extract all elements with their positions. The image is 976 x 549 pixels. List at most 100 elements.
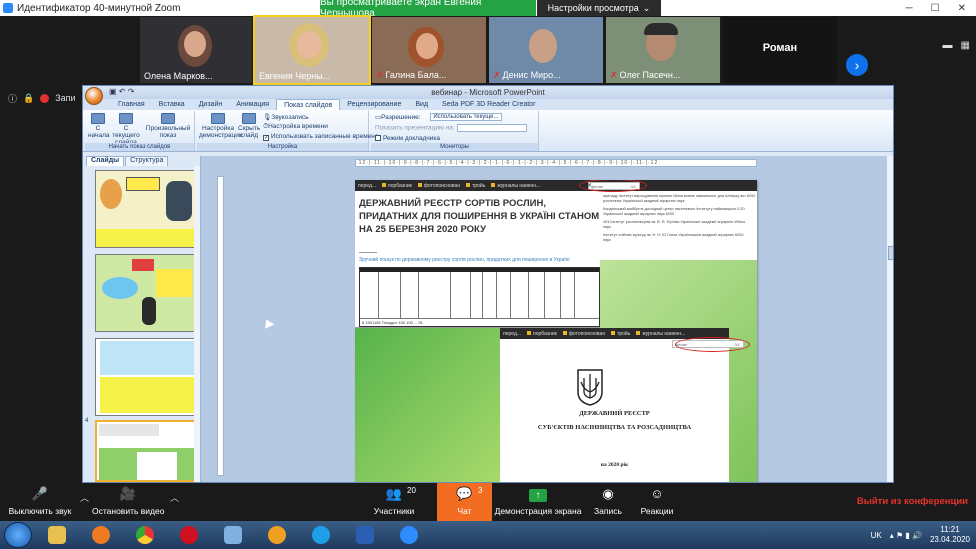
taskbar-settings-icon[interactable] — [258, 523, 296, 547]
slide-thumbnail[interactable] — [95, 254, 197, 332]
from-start-button[interactable]: С начала — [88, 113, 109, 139]
text-line: Кондинський-майбутнє дослідний центр нас… — [603, 207, 745, 211]
hide-slide-button[interactable]: Скрыть слайд — [238, 113, 260, 139]
chevron-up-icon[interactable]: ︿ — [170, 491, 179, 504]
redo-icon[interactable]: ↷ — [128, 87, 135, 96]
chat-button[interactable]: 💬 Чат — [437, 483, 492, 521]
presenter-view-checkbox[interactable]: Режим докладчика — [375, 135, 440, 142]
share-screen-icon: ↑ — [494, 483, 582, 503]
chevron-up-icon[interactable]: ︿ — [80, 491, 89, 504]
chat-icon: 💬 — [456, 486, 473, 501]
pane-scrollbar[interactable] — [194, 166, 200, 482]
tab-seda-pdf[interactable]: Seda PDF 3D Reader Creator — [435, 99, 542, 110]
video-tile[interactable]: ✗ Галина Бала... — [372, 17, 486, 83]
horizontal-ruler: ·12·|·11·|·10·|·9·|·8·|·7·|·6·|·5·|·4·|·… — [355, 159, 757, 167]
notification-icons[interactable]: ▴ ⚑ ▮ 🔊 — [890, 531, 922, 540]
text-line: наук — [603, 238, 611, 242]
slide-thumbnail-selected[interactable] — [95, 420, 197, 482]
record-narration-button[interactable]: 🎙Звукозапись — [263, 113, 309, 121]
info-icon[interactable]: ⓘ — [8, 92, 17, 105]
tab-view[interactable]: Вид — [408, 99, 435, 110]
clock[interactable]: 11:21 23.04.2020 — [930, 525, 970, 545]
record-button[interactable]: ◉ Запись — [588, 483, 628, 521]
video-tile[interactable]: Олена Марков... — [140, 17, 252, 83]
muted-mic-icon: ✗ — [376, 70, 384, 80]
registry-heading: ДЕРЖАВНИЙ РЕЄСТР СОРТІВ РОСЛИН, ПРИДАТНИ… — [359, 198, 600, 235]
bookmark-item: журналы наиенн... — [491, 183, 540, 189]
view-options-button[interactable]: Настройки просмотра ⌄ — [537, 0, 661, 16]
maximize-icon[interactable]: ☐ — [931, 3, 940, 14]
text-line: Інститут олійних культур ім. Н. Н. Ю Гон… — [603, 233, 744, 237]
tab-outline[interactable]: Структура — [125, 156, 169, 166]
save-icon[interactable]: ▣ — [109, 87, 117, 96]
clock-time: 11:21 — [940, 525, 960, 534]
taskbar-skype-icon[interactable] — [302, 523, 340, 547]
participants-label: Участники — [373, 506, 415, 516]
tab-slideshow[interactable]: Показ слайдов — [276, 99, 341, 110]
thumb-diagram — [100, 341, 194, 375]
mute-button[interactable]: 🎤 Выключить звук — [2, 483, 78, 521]
quick-access-toolbar: ▣ ↶ ↷ — [109, 87, 134, 96]
office-button[interactable] — [85, 87, 103, 105]
windows-start-button[interactable] — [4, 522, 32, 548]
table-column — [496, 272, 497, 318]
show-on-dropdown[interactable] — [456, 124, 527, 132]
taskbar-firefox-icon[interactable] — [82, 523, 120, 547]
slide-canvas[interactable]: перед... порбазник фотопоиснован тройь ж… — [355, 180, 757, 482]
custom-show-button[interactable]: Произвольный показ — [145, 113, 191, 139]
scrollbar-thumb[interactable] — [888, 246, 893, 260]
resolution-row: ▭Разрешение: Использовать текуще... — [375, 113, 503, 122]
tab-home[interactable]: Главная — [111, 99, 152, 110]
cartoon-figure — [166, 181, 192, 221]
taskbar-chrome-icon[interactable] — [126, 523, 164, 547]
ukraine-coat-of-arms-icon — [577, 369, 603, 406]
table-column — [560, 272, 561, 318]
grid-view-icon[interactable]: ▦ — [961, 40, 970, 51]
participants-count: 20 — [407, 486, 416, 495]
next-page-button[interactable]: › — [846, 54, 868, 76]
text-line: Української академії аграрних наук 6200 — [603, 212, 675, 216]
video-tile[interactable]: ✗ Олег Пасечн... — [606, 17, 720, 83]
speech-bubble — [126, 177, 160, 191]
participant-hair — [644, 23, 678, 35]
checkbox-icon — [375, 135, 381, 141]
language-indicator[interactable]: UK — [871, 531, 882, 540]
text-line: 403 Інститут рослинництва ім. В. Я. Юр'є… — [603, 220, 746, 224]
share-screen-button[interactable]: ↑ Демонстрация экрана — [494, 483, 582, 521]
minimize-icon[interactable]: ─ — [906, 3, 913, 14]
taskbar-paint-icon[interactable] — [214, 523, 252, 547]
stop-video-button[interactable]: 🎥 Остановить видео — [92, 483, 164, 521]
thumb-text-block — [100, 377, 194, 413]
editor-scrollbar[interactable] — [886, 156, 893, 482]
tab-insert[interactable]: Вставка — [152, 99, 192, 110]
undo-icon[interactable]: ↶ — [119, 87, 126, 96]
taskbar-opera-icon[interactable] — [170, 523, 208, 547]
participant-face — [416, 33, 438, 59]
slide-thumbnail[interactable] — [95, 170, 197, 248]
setup-show-button[interactable]: Настройка демонстрации — [199, 113, 243, 139]
hide-video-icon[interactable]: ▬ — [943, 40, 953, 51]
from-current-button[interactable]: С текущего слайда — [111, 113, 141, 146]
taskbar-word-icon[interactable] — [346, 523, 384, 547]
bookmark-item: тройь — [611, 331, 630, 337]
video-tile[interactable]: ✗ Денис Миро... — [489, 17, 603, 83]
tab-design[interactable]: Дизайн — [192, 99, 230, 110]
taskbar-zoom-icon[interactable] — [390, 523, 428, 547]
resolution-dropdown[interactable]: Использовать текуще... — [430, 113, 503, 122]
tab-slides[interactable]: Слайды — [86, 156, 125, 166]
close-icon[interactable]: ✕ — [958, 3, 966, 14]
tab-animation[interactable]: Анимация — [229, 99, 276, 110]
tab-review[interactable]: Рецензирование — [340, 99, 408, 110]
rehearse-timings-button[interactable]: ⏱Настройка времени — [263, 123, 328, 131]
leave-meeting-button[interactable]: Выйти из конференции — [857, 496, 968, 507]
cartoon-figure — [100, 179, 122, 209]
close-icon: ✕ — [587, 183, 593, 189]
table-column — [450, 272, 451, 318]
taskbar-explorer-icon[interactable] — [38, 523, 76, 547]
slide-thumbnail[interactable] — [95, 338, 197, 416]
registry-subtitle-link: Зручний пошук по державному реєстру сорт… — [359, 257, 570, 263]
video-tile-no-video[interactable]: Роман — [723, 17, 837, 83]
video-tile-active-speaker[interactable]: Евгения Черны... — [253, 15, 371, 85]
reactions-button[interactable]: ☺ Реакции — [634, 483, 680, 521]
use-timings-checkbox[interactable]: Использовать записанные времена — [263, 133, 379, 141]
